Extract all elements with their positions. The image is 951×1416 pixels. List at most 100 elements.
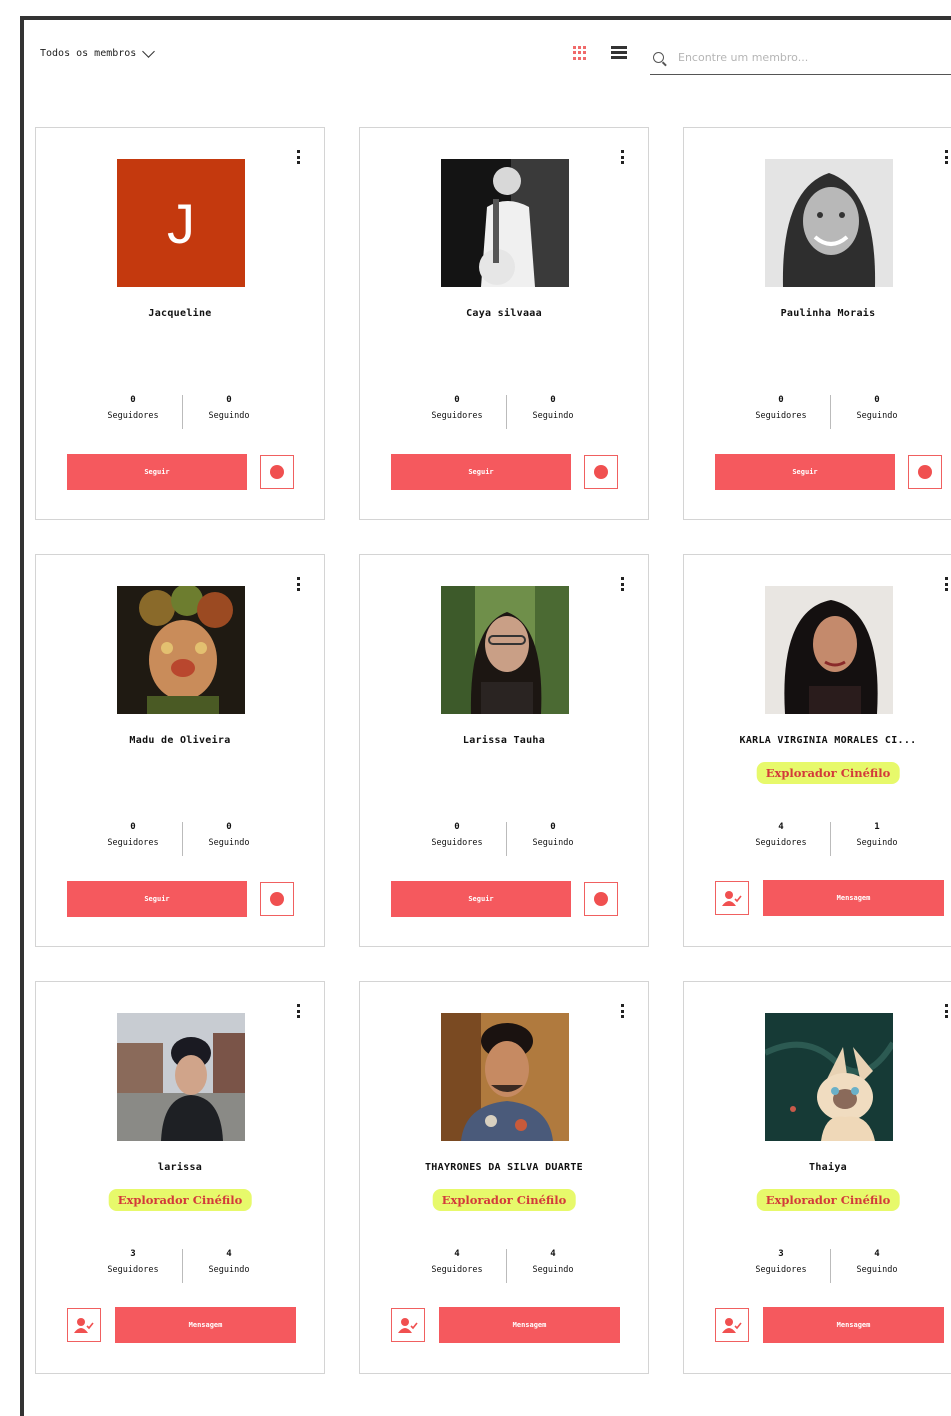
more-options-icon[interactable] <box>296 150 300 164</box>
following-count: 0 <box>226 822 232 832</box>
avatar-photo <box>441 159 569 287</box>
message-button[interactable]: Mensagem <box>115 1307 296 1343</box>
more-options-icon[interactable] <box>620 577 624 591</box>
follow-button[interactable]: Seguir <box>715 454 895 490</box>
member-name[interactable]: KARLA VIRGINIA MORALES CI... <box>684 735 951 746</box>
following-count: 4 <box>226 1249 232 1259</box>
member-badge: Explorador Cinéfilo <box>756 762 900 784</box>
following-label: Seguindo <box>856 1265 898 1275</box>
followers-stat: 0 Seguidores <box>736 395 826 421</box>
member-name[interactable]: Caya silvaaa <box>360 308 648 319</box>
followers-count: 0 <box>454 395 460 405</box>
followers-label: Seguidores <box>755 838 807 848</box>
avatar[interactable] <box>765 586 893 714</box>
member-card: Madu de Oliveira 0 Seguidores 0 Seguindo S… <box>35 554 325 947</box>
list-view-icon[interactable] <box>611 46 627 60</box>
stats-divider <box>182 822 183 856</box>
following-count: 0 <box>226 395 232 405</box>
chat-button[interactable] <box>260 455 294 489</box>
following-count: 0 <box>550 822 556 832</box>
chat-icon <box>594 892 608 906</box>
avatar[interactable] <box>117 1013 245 1141</box>
following-stat: 4 Seguindo <box>184 1249 274 1275</box>
follow-button[interactable]: Seguir <box>67 881 247 917</box>
following-label: Seguindo <box>532 411 574 421</box>
followers-label: Seguidores <box>431 411 483 421</box>
followers-count: 0 <box>454 822 460 832</box>
message-button[interactable]: Mensagem <box>439 1307 620 1343</box>
chevron-down-icon <box>142 45 156 58</box>
member-card: Caya silvaaa 0 Seguidores 0 Seguindo Segui… <box>359 127 649 520</box>
following-label: Seguindo <box>856 411 898 421</box>
following-stat: 0 Seguindo <box>184 822 274 848</box>
member-name[interactable]: Thaiya <box>684 1162 951 1173</box>
following-stat: 1 Seguindo <box>832 822 922 848</box>
member-card: Paulinha Morais 0 Seguidores 0 Seguindo Se… <box>683 127 951 520</box>
followers-label: Seguidores <box>107 411 159 421</box>
avatar[interactable] <box>441 159 569 287</box>
followers-count: 0 <box>130 395 136 405</box>
avatar[interactable]: J <box>117 159 245 287</box>
member-card: KARLA VIRGINIA MORALES CI... Explorador … <box>683 554 951 947</box>
followers-stat: 0 Seguidores <box>88 822 178 848</box>
message-button[interactable]: Mensagem <box>763 880 944 916</box>
stats-divider <box>506 822 507 856</box>
avatar[interactable] <box>441 1013 569 1141</box>
more-options-icon[interactable] <box>620 150 624 164</box>
avatar[interactable] <box>441 586 569 714</box>
follow-button[interactable]: Seguir <box>67 454 247 490</box>
chat-button[interactable] <box>584 882 618 916</box>
more-options-icon[interactable] <box>944 150 948 164</box>
followers-stat: 0 Seguidores <box>88 395 178 421</box>
avatar[interactable] <box>765 159 893 287</box>
message-button[interactable]: Mensagem <box>763 1307 944 1343</box>
member-name[interactable]: Larissa Tauha <box>360 735 648 746</box>
member-stats: 0 Seguidores 0 Seguindo <box>36 395 324 435</box>
stats-divider <box>182 1249 183 1283</box>
followers-count: 0 <box>778 395 784 405</box>
member-name[interactable]: Jacqueline <box>36 308 324 319</box>
member-name[interactable]: THAYRONES DA SILVA DUARTE <box>360 1162 648 1173</box>
followers-count: 3 <box>130 1249 136 1259</box>
followers-stat: 0 Seguidores <box>412 395 502 421</box>
more-options-icon[interactable] <box>296 1004 300 1018</box>
user-check-icon <box>722 1318 742 1333</box>
more-options-icon[interactable] <box>620 1004 624 1018</box>
followers-label: Seguidores <box>431 838 483 848</box>
more-options-icon[interactable] <box>296 577 300 591</box>
avatar[interactable] <box>117 586 245 714</box>
member-stats: 0 Seguidores 0 Seguindo <box>36 822 324 862</box>
member-badge: Explorador Cinéfilo <box>108 1189 252 1211</box>
member-name[interactable]: Madu de Oliveira <box>36 735 324 746</box>
grid-view-icon[interactable] <box>573 46 587 60</box>
member-filter-dropdown[interactable]: Todos os membros <box>40 45 156 59</box>
chat-button[interactable] <box>260 882 294 916</box>
following-count: 4 <box>874 1249 880 1259</box>
avatar[interactable] <box>765 1013 893 1141</box>
avatar-initial: J <box>167 191 195 255</box>
friend-status-button[interactable] <box>391 1308 425 1342</box>
member-stats: 4 Seguidores 4 Seguindo <box>360 1249 648 1289</box>
avatar-photo <box>117 1013 245 1141</box>
follow-button[interactable]: Seguir <box>391 881 571 917</box>
friend-status-button[interactable] <box>67 1308 101 1342</box>
user-check-icon <box>722 891 742 906</box>
search-input[interactable] <box>676 49 940 65</box>
friend-status-button[interactable] <box>715 1308 749 1342</box>
chat-button[interactable] <box>584 455 618 489</box>
more-options-icon[interactable] <box>944 1004 948 1018</box>
user-check-icon <box>74 1318 94 1333</box>
followers-count: 0 <box>130 822 136 832</box>
more-options-icon[interactable] <box>944 577 948 591</box>
chat-icon <box>270 892 284 906</box>
stats-divider <box>830 395 831 429</box>
member-stats: 0 Seguidores 0 Seguindo <box>684 395 951 435</box>
follow-button[interactable]: Seguir <box>391 454 571 490</box>
member-search <box>650 40 951 75</box>
member-name[interactable]: larissa <box>36 1162 324 1173</box>
following-stat: 0 Seguindo <box>184 395 274 421</box>
friend-status-button[interactable] <box>715 881 749 915</box>
followers-count: 3 <box>778 1249 784 1259</box>
chat-button[interactable] <box>908 455 942 489</box>
member-name[interactable]: Paulinha Morais <box>684 308 951 319</box>
